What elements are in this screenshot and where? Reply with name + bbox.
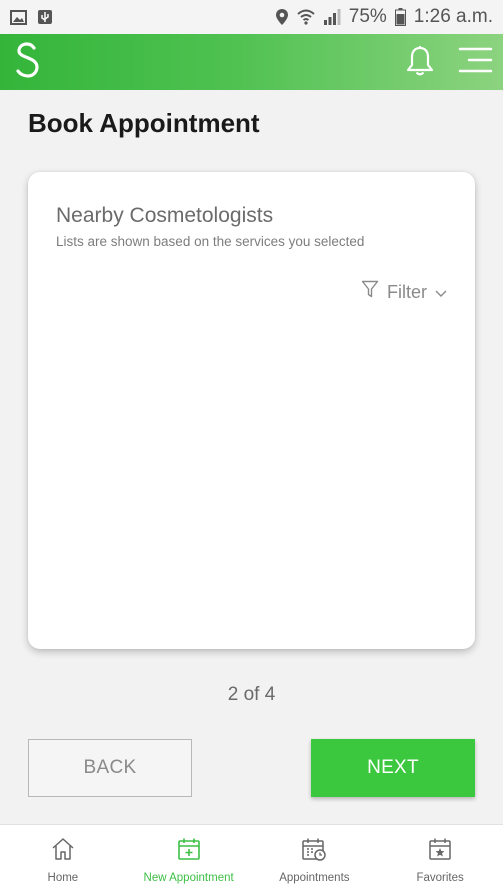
status-bar: 75% 1:26 a.m. bbox=[0, 0, 503, 34]
usb-icon bbox=[37, 9, 53, 25]
calendar-star-icon bbox=[428, 837, 452, 866]
status-left bbox=[10, 9, 53, 25]
next-button[interactable]: NEXT bbox=[311, 739, 475, 797]
battery-percent: 75% bbox=[348, 6, 387, 27]
home-icon bbox=[51, 837, 75, 866]
battery-icon bbox=[394, 8, 406, 26]
filter-dropdown[interactable]: Filter bbox=[361, 280, 447, 304]
app-bar bbox=[0, 34, 503, 90]
signal-icon bbox=[323, 9, 341, 25]
nearby-cosmetologists-card: Nearby Cosmetologists Lists are shown ba… bbox=[28, 172, 475, 649]
image-notification-icon bbox=[10, 9, 27, 25]
nav-item-appointments[interactable]: Appointments bbox=[252, 825, 378, 896]
clock: 1:26 a.m. bbox=[413, 6, 493, 27]
filter-label: Filter bbox=[387, 281, 427, 302]
calendar-clock-icon bbox=[301, 837, 327, 866]
nav-label-favorites: Favorites bbox=[416, 872, 464, 884]
calendar-plus-icon bbox=[177, 837, 201, 866]
app-bar-actions bbox=[405, 43, 493, 82]
wifi-icon bbox=[297, 8, 315, 26]
nav-item-new-appointment[interactable]: New Appointment bbox=[126, 825, 252, 896]
page-title: Book Appointment bbox=[28, 108, 260, 138]
chevron-down-icon bbox=[435, 282, 447, 303]
bottom-nav: Home New Appointment Appointments Favori… bbox=[0, 824, 503, 896]
card-subtitle: Lists are shown based on the services yo… bbox=[56, 234, 365, 249]
back-button[interactable]: BACK bbox=[28, 739, 192, 797]
nav-label-home: Home bbox=[47, 872, 79, 884]
filter-funnel-icon bbox=[361, 280, 379, 304]
location-icon bbox=[275, 8, 289, 26]
nav-label-new-appointment: New Appointment bbox=[143, 872, 234, 884]
notification-bell-icon[interactable] bbox=[405, 43, 435, 82]
menu-icon[interactable] bbox=[457, 47, 493, 78]
nav-item-favorites[interactable]: Favorites bbox=[377, 825, 503, 896]
nav-item-home[interactable]: Home bbox=[0, 825, 126, 896]
status-right: 75% 1:26 a.m. bbox=[275, 6, 493, 28]
card-title: Nearby Cosmetologists bbox=[56, 204, 274, 227]
app-logo-icon[interactable] bbox=[14, 41, 42, 83]
nav-label-appointments: Appointments bbox=[279, 872, 350, 884]
step-indicator: 2 of 4 bbox=[227, 684, 276, 705]
